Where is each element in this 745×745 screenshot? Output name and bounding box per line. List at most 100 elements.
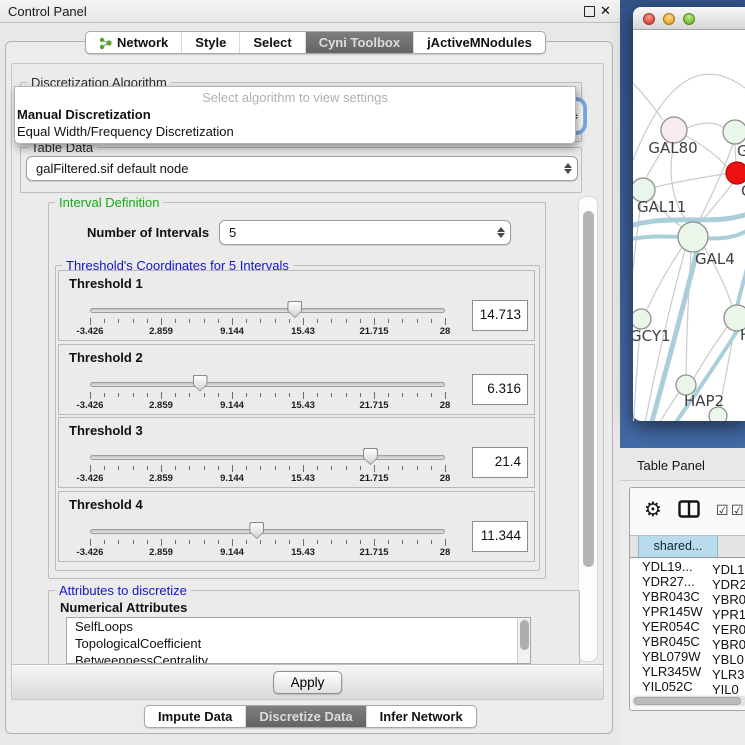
checkbox-checked-icon[interactable]: ☑	[731, 502, 744, 519]
tick-mark	[189, 540, 190, 544]
numerical-attributes-label: Numerical Attributes	[60, 600, 187, 615]
table-row[interactable]: YIL052CYIL0	[630, 679, 745, 694]
tick-mark	[331, 540, 332, 544]
table-row[interactable]: YBL079WYBL0	[630, 649, 745, 664]
zoom-traffic-light-icon[interactable]	[683, 13, 695, 25]
tick-mark	[218, 393, 219, 397]
settings-scrollbar-thumb[interactable]	[583, 211, 594, 567]
tick-mark	[303, 318, 304, 325]
network-canvas[interactable]: GAL80GCGAL11GAL4GCY1HHAP2	[633, 30, 745, 421]
table-row[interactable]: YDL19...YDL1	[630, 559, 745, 574]
column-header-name[interactable]: n	[719, 536, 745, 557]
network-edge	[687, 123, 724, 128]
tick-mark	[317, 466, 318, 470]
tick-mark	[275, 466, 276, 470]
apply-button[interactable]: Apply	[273, 671, 343, 694]
threshold-slider-thumb[interactable]	[363, 448, 378, 465]
node-label: GAL4	[695, 250, 735, 268]
split-columns-icon[interactable]	[678, 500, 700, 518]
threshold-value-box[interactable]: 6.316	[472, 374, 528, 405]
column-header-shared-name[interactable]: shared...	[638, 536, 718, 557]
tick-mark	[90, 318, 91, 325]
tick-mark	[118, 393, 119, 397]
tab-label: Impute Data	[158, 709, 232, 724]
threshold-panel-3: Threshold 3-3.4262.8599.14415.4321.71528…	[58, 417, 535, 488]
close-traffic-light-icon[interactable]	[643, 13, 655, 25]
attribute-item[interactable]: SelfLoops	[67, 618, 530, 635]
apply-bar: Apply	[12, 664, 603, 699]
num-intervals-combo[interactable]: 5	[219, 220, 511, 245]
gear-icon[interactable]: ⚙	[644, 497, 662, 522]
tick-mark	[331, 466, 332, 470]
numerical-attributes-list[interactable]: SelfLoopsTopologicalCoefficientBetweenne…	[66, 617, 531, 664]
checkbox-checked-icon[interactable]: ☑	[716, 502, 729, 519]
threshold-value-box[interactable]: 21.4	[472, 447, 528, 478]
threshold-value-box[interactable]: 14.713	[472, 300, 528, 331]
tab-cyni-toolbox[interactable]: Cyni Toolbox	[305, 32, 413, 53]
threshold-panel-1: Threshold 1-3.4262.8599.14415.4321.71528…	[58, 270, 535, 341]
bottom-tab-discretize-data[interactable]: Discretize Data	[245, 706, 365, 727]
table-row[interactable]: YBR043CYBR0	[630, 589, 745, 604]
table-data-combo[interactable]: galFiltered.sif default node	[26, 156, 578, 181]
tick-mark	[289, 393, 290, 397]
tick-label: 21.715	[352, 400, 396, 411]
network-window-titlebar[interactable]	[633, 7, 745, 30]
table-row[interactable]: YBR045CYBR0	[630, 634, 745, 649]
table-panel-title: Table Panel	[637, 458, 705, 473]
tick-mark	[175, 466, 176, 470]
node-label: GAL11	[637, 198, 686, 216]
threshold-slider-track[interactable]	[90, 308, 445, 313]
network-node-gal4[interactable]	[678, 222, 708, 252]
dropdown-placeholder-option[interactable]: Select algorithm to view settings	[15, 89, 575, 106]
attributes-scrollbar[interactable]	[517, 618, 530, 663]
cell-shared-name: YDR27...	[630, 574, 710, 589]
threshold-value-box[interactable]: 11.344	[472, 521, 528, 552]
tick-mark	[232, 318, 233, 325]
table-horizontal-scrollbar[interactable]	[632, 696, 745, 706]
table-row[interactable]: YLR345WYLR3	[630, 664, 745, 679]
dropdown-option[interactable]: Equal Width/Frequency Discretization	[15, 123, 575, 140]
threshold-slider-thumb[interactable]	[249, 522, 264, 539]
threshold-panel-2: Threshold 2-3.4262.8599.14415.4321.71528…	[58, 344, 535, 415]
attribute-item[interactable]: BetweennessCentrality	[67, 652, 530, 664]
bottom-tab-impute-data[interactable]: Impute Data	[145, 706, 245, 727]
node-label: GCY1	[633, 327, 671, 345]
tick-mark	[118, 466, 119, 470]
tick-label: 9.144	[210, 326, 254, 337]
threshold-slider-track[interactable]	[90, 382, 445, 387]
tick-mark	[218, 319, 219, 323]
tab-style[interactable]: Style	[181, 32, 239, 53]
threshold-slider-thumb[interactable]	[287, 301, 302, 318]
tick-mark	[445, 465, 446, 472]
table-row[interactable]: YDR27...YDR2	[630, 574, 745, 589]
tab-select[interactable]: Select	[239, 32, 304, 53]
tab-label: Infer Network	[380, 709, 463, 724]
tick-mark	[246, 466, 247, 470]
network-node-c[interactable]	[726, 162, 745, 184]
float-window-icon[interactable]	[584, 6, 595, 17]
threshold-slider-track[interactable]	[90, 529, 445, 534]
tick-label: -3.426	[68, 400, 112, 411]
table-row[interactable]: YER054CYER0	[630, 619, 745, 634]
tick-mark	[317, 540, 318, 544]
close-icon[interactable]: ✕	[600, 3, 611, 19]
tab-network[interactable]: Network	[86, 32, 181, 53]
threshold-label: Threshold 2	[69, 350, 143, 365]
table-row[interactable]: YPR145WYPR1	[630, 604, 745, 619]
bottom-tab-infer-network[interactable]: Infer Network	[366, 706, 476, 727]
network-node-gcy1[interactable]	[633, 309, 651, 329]
attribute-item[interactable]: TopologicalCoefficient	[67, 635, 530, 652]
tick-mark	[161, 465, 162, 472]
tick-mark	[303, 392, 304, 399]
tab-jactivemnodules[interactable]: jActiveMNodules	[413, 32, 545, 53]
tick-mark	[388, 466, 389, 470]
threshold-slider-thumb[interactable]	[193, 375, 208, 392]
dropdown-option[interactable]: Manual Discretization	[15, 106, 575, 123]
tick-mark	[402, 393, 403, 397]
network-node-g[interactable]	[723, 120, 745, 144]
threshold-slider-track[interactable]	[90, 455, 445, 460]
settings-scrollbar[interactable]	[578, 196, 598, 662]
tick-label: 28	[423, 400, 467, 411]
cell-shared-name: YBR043C	[630, 589, 710, 604]
minimize-traffic-light-icon[interactable]	[663, 13, 675, 25]
